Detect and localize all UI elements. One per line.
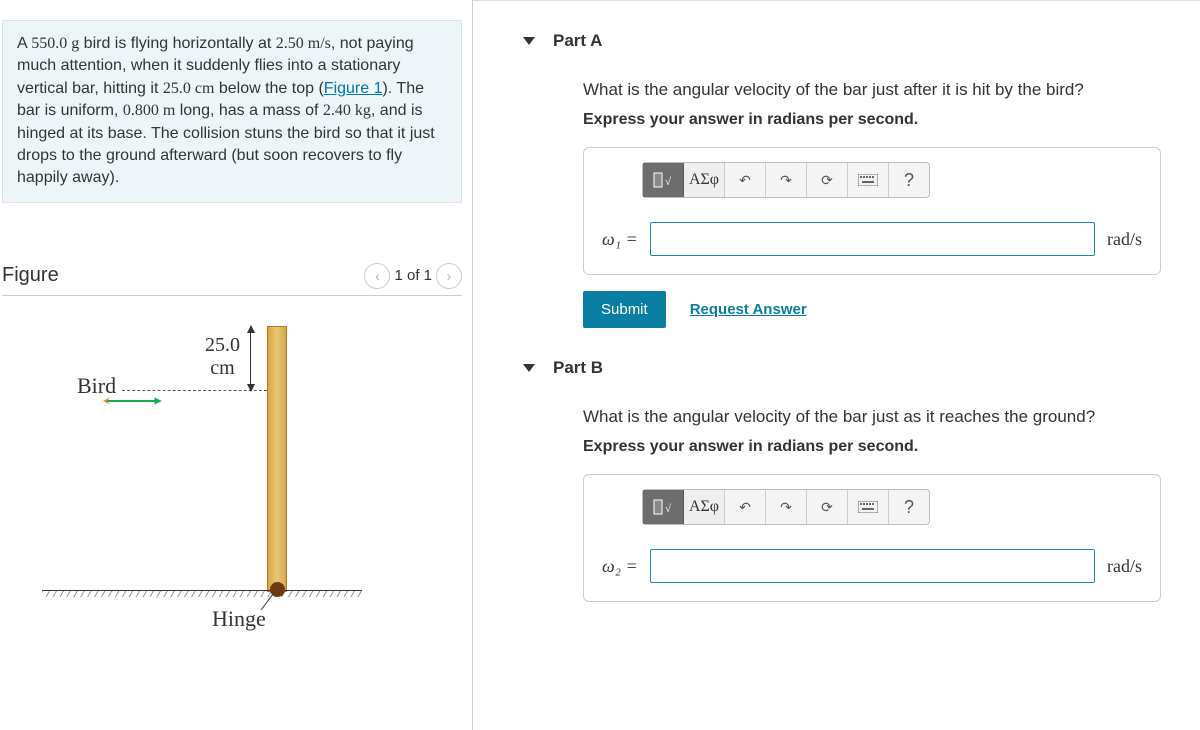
part-b-question: What is the angular velocity of the bar … xyxy=(583,403,1180,430)
problem-statement: A 550.0 g bird is flying horizontally at… xyxy=(2,20,462,203)
part-b-collapse-icon[interactable] xyxy=(523,364,535,372)
part-a-unit: rad/s xyxy=(1107,229,1142,250)
figure-link[interactable]: Figure 1 xyxy=(324,80,383,97)
figure-diagram: 25.0 cm Bird Hinge xyxy=(42,316,362,636)
figure-next-button[interactable]: › xyxy=(436,263,462,289)
equation-toolbar-a: √ ΑΣφ ↶ ↷ ⟳ ? xyxy=(642,162,930,198)
templates-button[interactable]: √ xyxy=(643,163,684,197)
figure-prev-button[interactable]: ‹ xyxy=(364,263,390,289)
help-button[interactable]: ? xyxy=(889,163,929,197)
equation-toolbar-b: √ ΑΣφ ↶ ↷ ⟳ ? xyxy=(642,489,930,525)
undo-button[interactable]: ↶ xyxy=(725,490,766,524)
request-answer-a[interactable]: Request Answer xyxy=(690,301,807,318)
undo-button[interactable]: ↶ xyxy=(725,163,766,197)
figure-page-indicator: 1 of 1 xyxy=(394,267,432,284)
part-a-collapse-icon[interactable] xyxy=(523,37,535,45)
keyboard-button[interactable] xyxy=(848,163,889,197)
part-b-instruction: Express your answer in radians per secon… xyxy=(583,438,1180,456)
redo-button[interactable]: ↷ xyxy=(766,490,807,524)
part-a-instruction: Express your answer in radians per secon… xyxy=(583,111,1180,129)
part-a-question: What is the angular velocity of the bar … xyxy=(583,76,1180,103)
part-a-answer-input[interactable] xyxy=(650,222,1095,256)
greek-button[interactable]: ΑΣφ xyxy=(684,490,725,524)
submit-button-a[interactable]: Submit xyxy=(583,291,666,328)
svg-text:√: √ xyxy=(665,503,672,515)
redo-button[interactable]: ↷ xyxy=(766,163,807,197)
reset-button[interactable]: ⟳ xyxy=(807,490,848,524)
part-b-variable: ω₂ = xyxy=(602,556,638,577)
part-a-title: Part A xyxy=(553,31,602,51)
part-b-title: Part B xyxy=(553,358,603,378)
figure-title: Figure xyxy=(2,264,59,287)
keyboard-button[interactable] xyxy=(848,490,889,524)
help-button[interactable]: ? xyxy=(889,490,929,524)
reset-button[interactable]: ⟳ xyxy=(807,163,848,197)
part-b-answer-input[interactable] xyxy=(650,549,1095,583)
part-a-variable: ω₁ = xyxy=(602,229,638,250)
greek-button[interactable]: ΑΣφ xyxy=(684,163,725,197)
part-b-unit: rad/s xyxy=(1107,556,1142,577)
svg-text:√: √ xyxy=(665,176,672,188)
templates-button[interactable]: √ xyxy=(643,490,684,524)
